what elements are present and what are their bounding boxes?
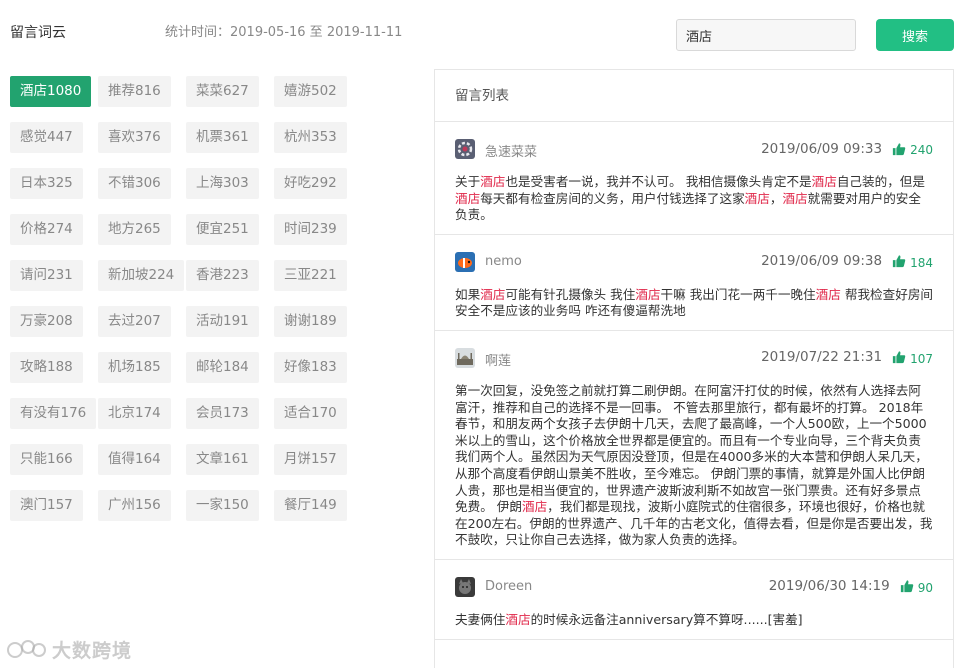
tag-item[interactable]: 三亚221 xyxy=(274,260,347,291)
thumbs-up-icon[interactable] xyxy=(892,254,906,268)
tag-item[interactable]: 推荐816 xyxy=(98,76,171,107)
tag-item[interactable]: 地方265 xyxy=(98,214,171,245)
keyword-highlight: 酒店 xyxy=(811,174,837,189)
tag-item[interactable]: 广州156 xyxy=(98,490,171,521)
avatar xyxy=(455,251,475,272)
search-input[interactable] xyxy=(676,19,856,51)
thumbs-up-icon[interactable] xyxy=(892,350,906,364)
tag-item[interactable]: 酒店1080 xyxy=(10,76,92,107)
tag-item[interactable]: 只能166 xyxy=(10,444,83,475)
comment-meta: 2019/06/09 09:38 184 xyxy=(761,253,933,270)
tag-item[interactable]: 嬉游502 xyxy=(274,76,347,107)
comment-text: 第一次回复，没免签之前就打算二刷伊朗。在阿富汗打仗的时候，依然有人选择去阿富汗，… xyxy=(455,382,933,548)
comment-time: 2019/07/22 21:31 xyxy=(761,349,883,366)
tag-item[interactable]: 便宜251 xyxy=(186,214,259,245)
keyword-highlight: 酒店 xyxy=(480,286,506,302)
tag-item[interactable]: 菜菜627 xyxy=(186,76,259,107)
tag-item[interactable]: 好像183 xyxy=(274,352,347,383)
avatar xyxy=(455,347,475,368)
comment-panel: 留言列表 急速菜菜 2019/06/09 09:33 240 关于酒店也是受害者一说，… xyxy=(434,69,954,668)
tag-item[interactable]: 万豪208 xyxy=(10,306,83,337)
tag-item[interactable]: 新加坡224 xyxy=(98,260,185,291)
page-title: 留言词云 xyxy=(10,25,66,41)
tag-item[interactable]: 活动191 xyxy=(186,306,259,337)
tag-item[interactable]: 不错306 xyxy=(98,168,171,199)
tag-item[interactable]: 好吃292 xyxy=(274,168,347,199)
tag-item[interactable]: 时间239 xyxy=(274,214,347,245)
watermark-logo-icon xyxy=(7,639,46,658)
comment-user[interactable]: 急速菜菜 xyxy=(485,141,537,160)
tag-item[interactable]: 适合170 xyxy=(274,398,347,429)
comment-item[interactable]: 急速菜菜 2019/06/09 09:33 240 关于酒店也是受害者一说，我并不认可… xyxy=(435,122,953,235)
like-count: 107 xyxy=(910,351,933,366)
like-count: 90 xyxy=(917,580,933,595)
tag-item[interactable]: 机票361 xyxy=(186,122,259,153)
tag-item[interactable]: 去过207 xyxy=(98,306,171,337)
comment-item[interactable]: 啊莲 2019/07/22 21:31 107 第一次回复，没免签之前就打算二刷伊朗。… xyxy=(435,331,953,560)
comment-list[interactable]: 急速菜菜 2019/06/09 09:33 240 关于酒店也是受害者一说，我并不认可… xyxy=(435,122,953,640)
comment-user[interactable]: Doreen xyxy=(485,579,532,594)
watermark: 大数跨境 xyxy=(6,636,132,663)
keyword-highlight: 酒店 xyxy=(480,174,506,189)
tag-item[interactable]: 日本325 xyxy=(10,168,83,199)
watermark-text: 大数跨境 xyxy=(52,640,133,662)
comment-header: 急速菜菜 2019/06/09 09:33 240 xyxy=(455,138,933,160)
keyword-highlight: 酒店 xyxy=(455,190,481,206)
tag-item[interactable]: 澳门157 xyxy=(10,490,83,521)
tag-item[interactable]: 邮轮184 xyxy=(186,352,259,383)
thumbs-up-icon[interactable] xyxy=(900,579,914,593)
tag-item[interactable]: 文章161 xyxy=(186,444,259,475)
comment-meta: 2019/06/09 09:33 240 xyxy=(761,140,933,158)
tag-item[interactable]: 一家150 xyxy=(186,490,259,521)
thumbs-up-icon[interactable] xyxy=(892,142,906,156)
tag-item[interactable]: 价格274 xyxy=(10,214,83,245)
panel-header: 留言列表 xyxy=(435,70,953,122)
comment-header: 啊莲 2019/07/22 21:31 107 xyxy=(455,347,933,369)
comment-header: nemo 2019/06/09 09:38 184 xyxy=(455,251,933,273)
keyword-highlight: 酒店 xyxy=(815,286,841,302)
comment-text: 如果酒店可能有针孔摄像头 我住酒店干嘛 我出门花一两千一晚住酒店 帮我检查好房间… xyxy=(455,286,934,319)
comment-meta: 2019/06/30 14:19 90 xyxy=(769,578,933,595)
tag-item[interactable]: 谢谢189 xyxy=(274,306,347,337)
comment-item[interactable]: nemo 2019/06/09 09:38 184 如果酒店可能有针孔摄像头 我住酒店… xyxy=(435,235,953,331)
keyword-highlight: 酒店 xyxy=(744,190,770,206)
search-button[interactable]: 搜索 xyxy=(876,19,954,51)
comment-header: Doreen 2019/06/30 14:19 90 xyxy=(455,576,933,598)
tag-item[interactable]: 会员173 xyxy=(186,398,259,429)
tag-item[interactable]: 月饼157 xyxy=(274,444,347,475)
comment-user[interactable]: 啊莲 xyxy=(485,350,511,369)
like-count: 184 xyxy=(910,255,933,270)
comment-item[interactable]: Doreen 2019/06/30 14:19 90 夫妻俩住酒店的时候永远备注ann… xyxy=(435,560,953,640)
comment-meta: 2019/07/22 21:31 107 xyxy=(761,349,933,366)
tag-item[interactable]: 喜欢376 xyxy=(98,122,171,153)
tag-item[interactable]: 机场185 xyxy=(98,352,171,383)
like-count: 240 xyxy=(910,143,933,157)
tag-item[interactable]: 值得164 xyxy=(98,444,171,475)
tag-item[interactable]: 餐厅149 xyxy=(274,490,347,521)
comment-text: 关于酒店也是受害者一说，我并不认可。 我相信摄像头肯定不是酒店自己装的，但是酒店… xyxy=(455,174,925,223)
keyword-highlight: 酒店 xyxy=(505,611,531,627)
tag-item[interactable]: 感觉447 xyxy=(10,122,83,153)
avatar xyxy=(455,576,475,597)
keyword-highlight: 酒店 xyxy=(521,499,548,515)
tag-item[interactable]: 香港223 xyxy=(186,260,259,291)
stat-time: 统计时间：2019-05-16 至 2019-11-11 xyxy=(165,25,403,40)
comment-text: 夫妻俩住酒店的时候永远备注anniversary算不算呀......[害羞] xyxy=(455,611,803,627)
tag-item[interactable]: 北京174 xyxy=(98,398,171,429)
tag-item[interactable]: 杭州353 xyxy=(274,122,347,153)
tag-item[interactable]: 上海303 xyxy=(186,168,259,199)
comment-user[interactable]: nemo xyxy=(485,254,522,269)
tag-item[interactable]: 请问231 xyxy=(10,260,83,291)
tag-item[interactable]: 有没有176 xyxy=(10,398,97,429)
avatar xyxy=(455,139,475,159)
comment-time: 2019/06/09 09:33 xyxy=(761,140,883,157)
comment-time: 2019/06/09 09:38 xyxy=(761,253,883,270)
comment-time: 2019/06/30 14:19 xyxy=(768,578,890,595)
keyword-highlight: 酒店 xyxy=(635,286,661,302)
keyword-highlight: 酒店 xyxy=(782,190,808,206)
tag-item[interactable]: 攻略188 xyxy=(10,352,83,383)
